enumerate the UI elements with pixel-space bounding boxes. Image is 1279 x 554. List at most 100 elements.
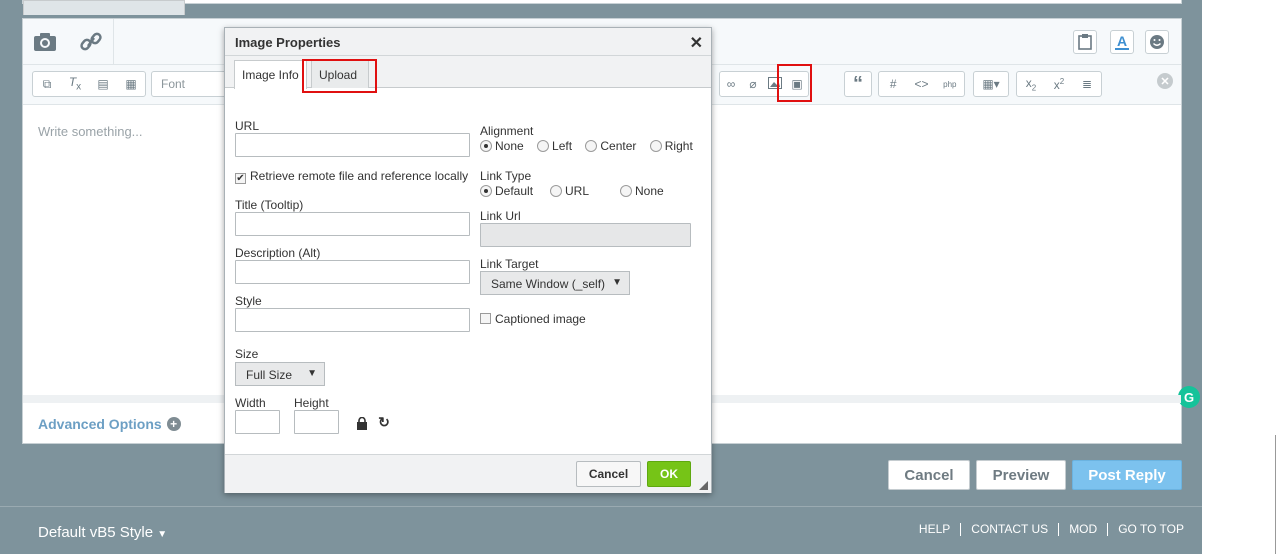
- footer-link-mod[interactable]: MOD: [1058, 523, 1107, 536]
- radio-button[interactable]: [550, 185, 562, 197]
- previous-panel: [22, 0, 1182, 15]
- size-select-value: Full Size: [246, 368, 293, 382]
- url-label: URL: [235, 119, 260, 133]
- style-selector[interactable]: Default vB5 Style ▼: [38, 524, 167, 541]
- dialog-cancel-button[interactable]: Cancel: [576, 461, 641, 487]
- alignment-center[interactable]: Center: [585, 139, 636, 153]
- link-icon[interactable]: [78, 31, 104, 53]
- alignment-left[interactable]: Left: [537, 139, 572, 153]
- remove-format-icon[interactable]: Tx: [65, 75, 85, 92]
- quote-icon[interactable]: “: [844, 71, 872, 97]
- link-target-select[interactable]: Same Window (_self) ▼: [480, 271, 630, 295]
- highlight-image-button: [777, 64, 812, 102]
- captioned-label: Captioned image: [495, 312, 586, 326]
- link-url-input[interactable]: [480, 223, 691, 247]
- alignment-right-label: Right: [664, 139, 693, 153]
- previous-panel-tab: [23, 0, 185, 15]
- alignment-right[interactable]: Right: [649, 139, 693, 153]
- dialog-footer: Cancel OK: [225, 454, 711, 493]
- title-input[interactable]: [235, 212, 470, 236]
- source-icon[interactable]: ⧉: [37, 77, 57, 92]
- radio-button[interactable]: [620, 185, 632, 197]
- advanced-options-link[interactable]: Advanced Options +: [38, 416, 181, 432]
- retrieve-remote-checkbox[interactable]: ✔: [235, 173, 246, 184]
- advanced-options-label: Advanced Options: [38, 416, 162, 432]
- link-type-none-label: None: [635, 184, 664, 198]
- link-type-default-label: Default: [495, 184, 534, 198]
- subscript-icon[interactable]: x2: [1021, 76, 1041, 92]
- dialog-title: Image Properties: [235, 35, 341, 50]
- superscript-icon[interactable]: x2: [1049, 77, 1069, 92]
- alignment-center-label: Center: [600, 139, 637, 153]
- link-type-url[interactable]: URL: [550, 184, 589, 198]
- toolbar-separator: [113, 19, 114, 65]
- link-type-default[interactable]: Default: [480, 184, 533, 198]
- style-label: Style: [235, 294, 262, 308]
- radio-button[interactable]: [585, 140, 598, 152]
- captioned-checkbox[interactable]: [480, 313, 491, 324]
- size-select[interactable]: Full Size ▼: [235, 362, 325, 386]
- tab-image-info[interactable]: Image Info: [234, 60, 307, 89]
- grammarly-icon[interactable]: G: [1178, 386, 1200, 408]
- dialog-tabs: Image Info Upload: [225, 56, 711, 89]
- php-icon[interactable]: php: [940, 80, 960, 89]
- style-input[interactable]: [235, 308, 470, 332]
- preview-button[interactable]: Preview: [976, 460, 1066, 490]
- code-button-group: # <> php: [878, 71, 965, 97]
- radio-button[interactable]: [480, 185, 492, 197]
- dropdown-arrow-icon: ▼: [307, 368, 317, 379]
- code-icon[interactable]: <>: [911, 77, 931, 91]
- dialog-ok-button[interactable]: OK: [647, 461, 691, 487]
- description-input[interactable]: [235, 260, 470, 284]
- height-label: Height: [294, 396, 329, 410]
- alignment-options: None Left Center Right: [480, 139, 693, 153]
- title-label: Title (Tooltip): [235, 198, 304, 212]
- footer-divider: [0, 506, 1202, 507]
- radio-button[interactable]: [480, 140, 492, 152]
- resize-handle[interactable]: [699, 481, 708, 490]
- post-reply-button[interactable]: Post Reply: [1072, 460, 1182, 490]
- link-type-url-label: URL: [565, 184, 590, 198]
- footer-link-contact[interactable]: CONTACT US: [960, 523, 1058, 536]
- table-icon[interactable]: ▦▾: [973, 71, 1009, 97]
- insert-link-icon[interactable]: ∞: [721, 77, 741, 91]
- unlink-icon[interactable]: ⌀: [743, 77, 763, 91]
- retrieve-remote-option[interactable]: ✔ Retrieve remote file and reference loca…: [235, 169, 468, 184]
- paste-icon[interactable]: [1073, 30, 1097, 54]
- width-input[interactable]: [235, 410, 280, 434]
- close-toolbar-icon[interactable]: ✕: [1157, 73, 1173, 89]
- cancel-button[interactable]: Cancel: [888, 460, 970, 490]
- link-target-label: Link Target: [480, 257, 539, 271]
- editor-placeholder: Write something...: [38, 124, 143, 139]
- horizontal-rule-icon[interactable]: ≣: [1077, 77, 1097, 91]
- image-properties-dialog: Image Properties ✕ Image Info Upload URL…: [224, 27, 712, 493]
- reset-size-icon[interactable]: ↻: [377, 414, 391, 430]
- size-label: Size: [235, 347, 259, 361]
- svg-text:A: A: [1117, 33, 1127, 49]
- captioned-option[interactable]: Captioned image: [480, 312, 586, 326]
- paste-text-icon[interactable]: ▤: [93, 77, 113, 91]
- emoticon-icon[interactable]: [1145, 30, 1169, 54]
- hashtag-icon[interactable]: #: [883, 77, 903, 91]
- script-button-group: x2 x2 ≣: [1016, 71, 1102, 97]
- link-type-none[interactable]: None: [620, 184, 664, 198]
- scrollbar-edge: [1275, 435, 1276, 554]
- radio-button[interactable]: [537, 140, 550, 152]
- radio-button[interactable]: [649, 140, 662, 152]
- footer-link-help[interactable]: HELP: [909, 523, 960, 536]
- font-select[interactable]: Font: [151, 71, 231, 97]
- footer-link-top[interactable]: GO TO TOP: [1107, 523, 1194, 536]
- text-color-icon[interactable]: A: [1110, 30, 1134, 54]
- format-button-group: ⧉ Tx ▤ ▦: [32, 71, 146, 97]
- height-input[interactable]: [294, 410, 339, 434]
- dialog-titlebar[interactable]: Image Properties ✕: [225, 28, 711, 56]
- camera-icon[interactable]: [33, 31, 57, 53]
- alignment-none[interactable]: None: [480, 139, 524, 153]
- width-label: Width: [235, 396, 266, 410]
- plus-icon: +: [166, 417, 181, 431]
- lock-ratio-icon[interactable]: [355, 416, 369, 430]
- alignment-left-label: Left: [552, 139, 573, 153]
- paste-word-icon[interactable]: ▦: [121, 77, 141, 91]
- url-input[interactable]: [235, 133, 470, 157]
- close-icon[interactable]: ✕: [690, 33, 703, 53]
